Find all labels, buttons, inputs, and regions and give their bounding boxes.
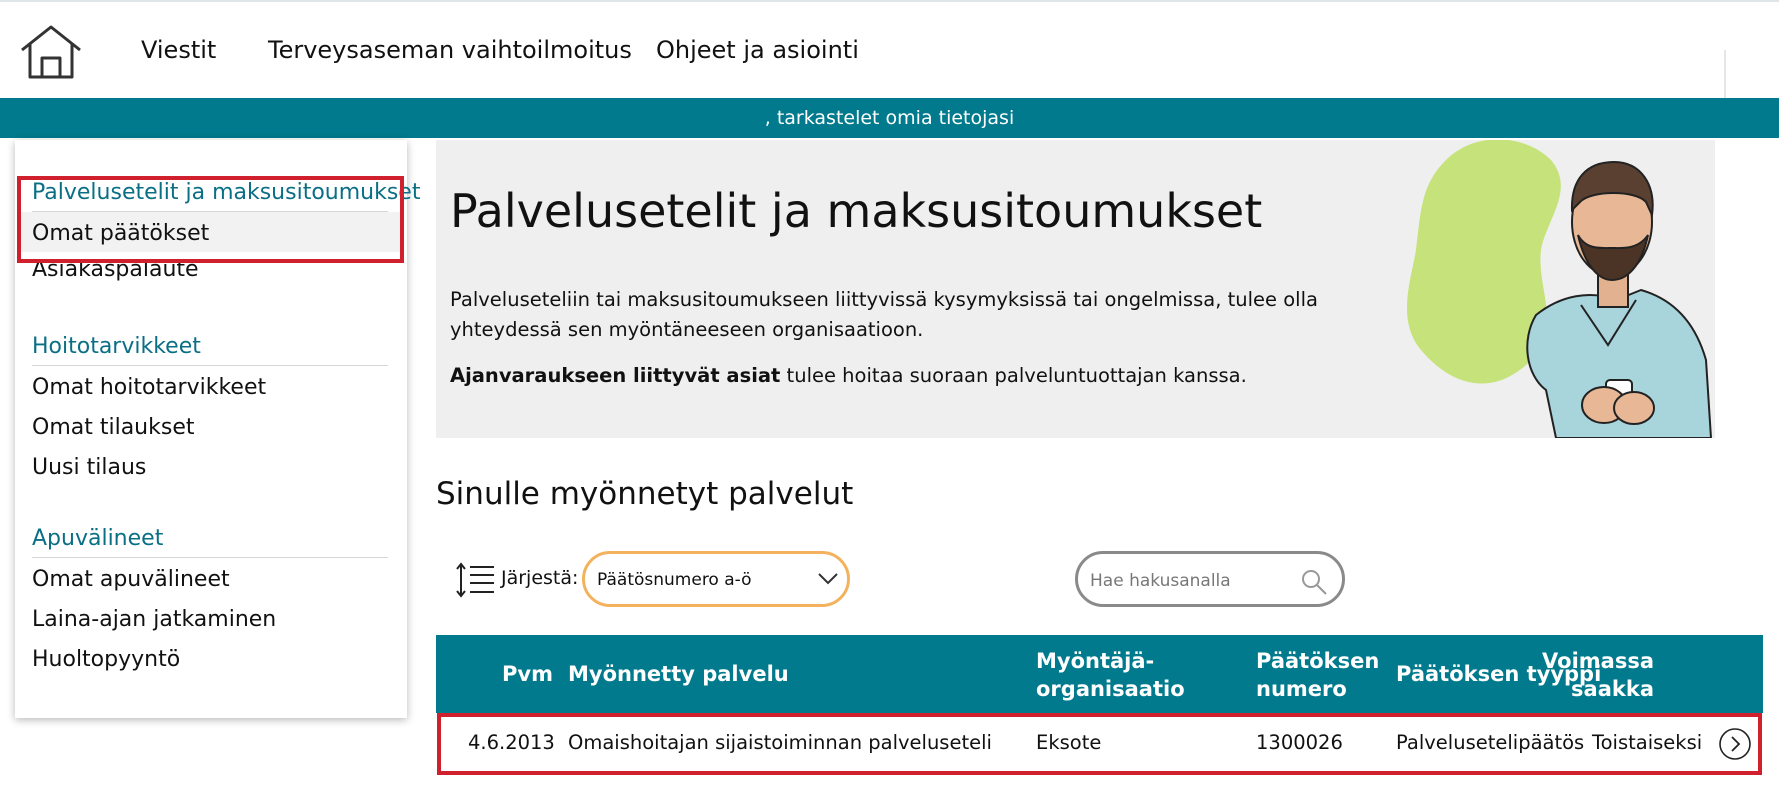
chevron-down-icon bbox=[818, 573, 838, 585]
nav-messages[interactable]: Viestit bbox=[141, 36, 216, 64]
sort-icon[interactable] bbox=[454, 562, 496, 598]
nav-instructions[interactable]: Ohjeet ja asiointi bbox=[656, 36, 859, 64]
column-header-valid-until-line1: Voimassa bbox=[1542, 649, 1654, 673]
hero-description: Palveluseteliin tai maksusitoumukseen li… bbox=[450, 288, 1318, 341]
top-navigation: Viestit Terveysaseman vaihtoilmoitus Ohj… bbox=[0, 0, 1779, 98]
sidebar-item-my-care-supplies[interactable]: Omat hoitotarvikkeet bbox=[32, 375, 266, 400]
sort-dropdown[interactable]: Päätösnumero a-ö bbox=[582, 551, 850, 607]
cell-organisation: Eksote bbox=[1036, 731, 1102, 754]
table-row[interactable]: 4.6.2013 Omaishoitajan sijaistoiminnan p… bbox=[436, 713, 1763, 773]
cell-decision-number: 1300026 bbox=[1256, 731, 1343, 754]
column-header-valid-until-line2: saakka bbox=[1571, 677, 1654, 701]
page-title: Palvelusetelit ja maksusitoumukset bbox=[450, 184, 1263, 238]
cell-service: Omaishoitajan sijaistoiminnan palveluset… bbox=[568, 731, 992, 754]
column-header-date[interactable]: Pvm bbox=[502, 660, 553, 688]
sidebar-item-loan-extension[interactable]: Laina-ajan jatkaminen bbox=[32, 607, 276, 632]
column-header-valid-until[interactable]: Voimassa saakka bbox=[1501, 647, 1654, 703]
hero-appointment-note-bold: Ajanvaraukseen liittyvät asiat bbox=[450, 364, 781, 387]
sort-selected-value: Päätösnumero a-ö bbox=[597, 570, 752, 590]
column-header-decision-number[interactable]: Päätöksen numero bbox=[1256, 647, 1379, 703]
cell-decision-type: Palvelusetelipäätös bbox=[1396, 731, 1585, 754]
search-field[interactable]: Hae hakusanalla bbox=[1075, 551, 1345, 607]
sidebar-item-my-orders[interactable]: Omat tilaukset bbox=[32, 415, 195, 440]
cell-date: 4.6.2013 bbox=[468, 731, 555, 754]
column-header-decision-number-line1: Päätöksen bbox=[1256, 649, 1380, 673]
nav-divider bbox=[1724, 50, 1726, 98]
search-placeholder: Hae hakusanalla bbox=[1090, 571, 1231, 591]
column-header-organisation-line2: organisaatio bbox=[1036, 677, 1185, 701]
cell-valid-until: Toistaiseksi bbox=[1592, 731, 1703, 754]
sidebar-heading-aids[interactable]: Apuvälineet bbox=[32, 526, 388, 558]
column-header-decision-number-line2: numero bbox=[1256, 677, 1347, 701]
person-with-phone-illustration bbox=[1407, 140, 1713, 438]
sidebar: Palvelusetelit ja maksusitoumukset Omat … bbox=[15, 140, 420, 718]
nav-health-center-change[interactable]: Terveysaseman vaihtoilmoitus bbox=[268, 36, 632, 64]
sidebar-item-service-request[interactable]: Huoltopyyntö bbox=[32, 647, 180, 672]
column-header-organisation-line1: Myöntäjä- bbox=[1036, 649, 1155, 673]
hero-appointment-note-rest: tulee hoitaa suoraan palveluntuottajan k… bbox=[780, 364, 1247, 387]
sidebar-item-my-aids[interactable]: Omat apuvälineet bbox=[32, 567, 230, 592]
sidebar-heading-vouchers[interactable]: Palvelusetelit ja maksusitoumukset bbox=[32, 180, 420, 212]
sidebar-item-my-decisions[interactable]: Omat päätökset bbox=[32, 221, 209, 246]
sidebar-heading-care-supplies[interactable]: Hoitotarvikkeet bbox=[32, 334, 388, 366]
sidebar-item-new-order[interactable]: Uusi tilaus bbox=[32, 455, 146, 480]
sidebar-item-feedback[interactable]: Asiakaspalaute bbox=[32, 257, 199, 282]
home-icon[interactable] bbox=[18, 24, 84, 80]
services-title: Sinulle myönnetyt palvelut bbox=[436, 476, 854, 512]
services-table-header: Pvm Myönnetty palvelu Myöntäjä-organisaa… bbox=[436, 635, 1763, 713]
sort-label: Järjestä: bbox=[501, 567, 579, 589]
chevron-right-icon[interactable] bbox=[1718, 727, 1752, 761]
column-header-organisation[interactable]: Myöntäjä-organisaatio bbox=[1036, 647, 1185, 703]
user-info-text: , tarkastelet omia tietojasi bbox=[764, 107, 1015, 129]
column-header-service[interactable]: Myönnetty palvelu bbox=[568, 660, 789, 688]
search-icon[interactable] bbox=[1300, 568, 1328, 596]
hero-banner: Palvelusetelit ja maksusitoumukset Palve… bbox=[436, 140, 1715, 438]
hero-appointment-note: Ajanvaraukseen liittyvät asiat tulee hoi… bbox=[450, 364, 1247, 387]
user-info-bar: , tarkastelet omia tietojasi bbox=[0, 98, 1779, 138]
